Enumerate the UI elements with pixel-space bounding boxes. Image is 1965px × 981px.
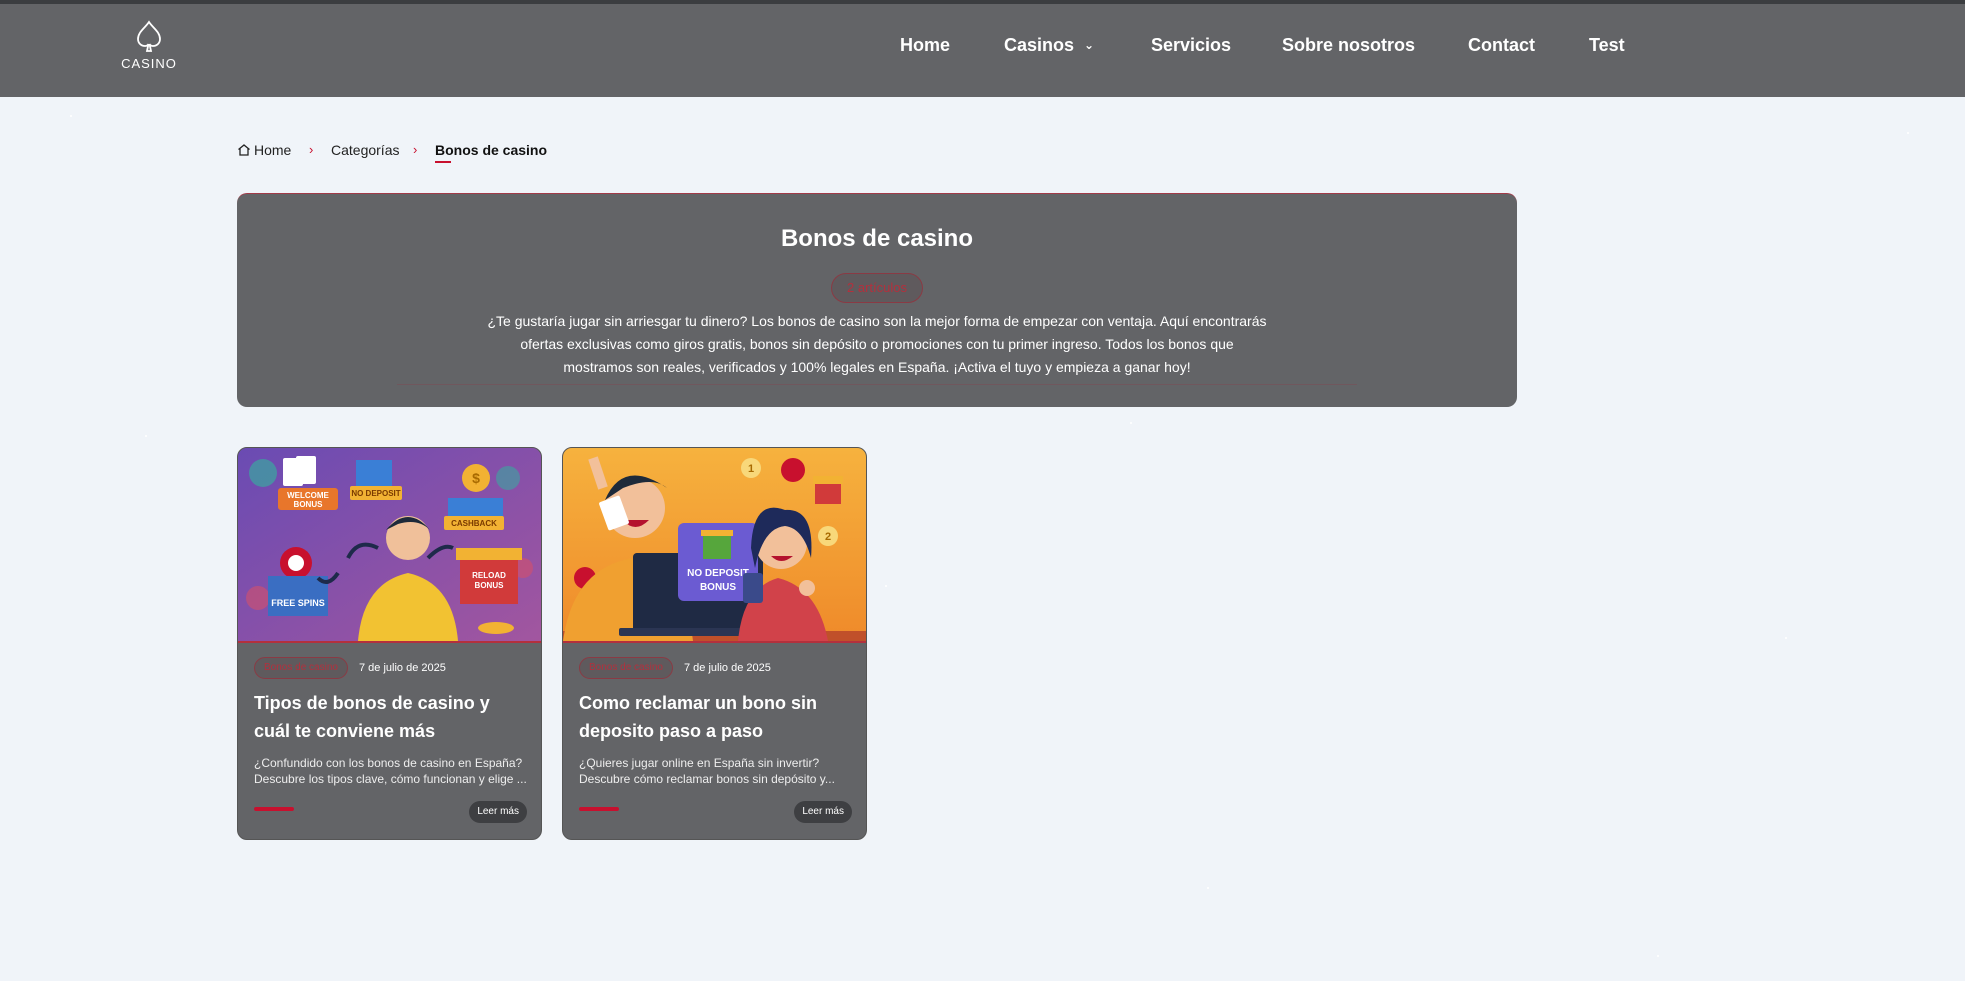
- svg-text:WELCOME: WELCOME: [287, 491, 329, 500]
- sparkle-dot: [1207, 887, 1209, 889]
- nav-test[interactable]: Test: [1589, 35, 1625, 56]
- breadcrumb-home-label: Home: [254, 142, 292, 158]
- spade-icon: [137, 20, 161, 52]
- article-excerpt: ¿Quieres jugar online en España sin inve…: [579, 756, 835, 786]
- article-image[interactable]: 1 2 NO DEPOSIT BONUS: [563, 448, 867, 641]
- svg-text:BONUS: BONUS: [700, 582, 736, 593]
- home-icon: [238, 144, 250, 156]
- nav-home[interactable]: Home: [900, 35, 950, 56]
- article-image[interactable]: WELCOME BONUS NO DEPOSIT $ CASHBACK FREE…: [238, 448, 542, 641]
- sparkle-dot: [1907, 132, 1909, 134]
- article-card-body: Bonos de casino 7 de julio de 2025 Tipos…: [238, 641, 541, 839]
- article-date: 7 de julio de 2025: [359, 662, 446, 674]
- svg-text:2: 2: [825, 531, 831, 543]
- sparkle-dot: [1657, 955, 1659, 957]
- nav-servicios[interactable]: Servicios: [1151, 35, 1231, 56]
- category-badge[interactable]: Bonos de casino: [579, 657, 673, 679]
- article-card[interactable]: WELCOME BONUS NO DEPOSIT $ CASHBACK FREE…: [237, 447, 542, 840]
- nav-casinos-label: Casinos: [1004, 35, 1075, 55]
- svg-text:RELOAD: RELOAD: [472, 571, 506, 580]
- breadcrumb-current-label: Bonos de casino: [435, 142, 548, 158]
- chevron-right-icon: ›: [309, 142, 314, 157]
- accent-bar: [254, 807, 294, 811]
- read-more-button[interactable]: Leer más: [794, 801, 852, 823]
- svg-text:NO DEPOSIT: NO DEPOSIT: [687, 568, 749, 579]
- sparkle-dot: [70, 115, 72, 117]
- read-more-button[interactable]: Leer más: [469, 801, 527, 823]
- article-date: 7 de julio de 2025: [684, 662, 771, 674]
- accent-bar: [579, 807, 619, 811]
- category-hero: Bonos de casino 2 artículos ¿Te gustaría…: [237, 193, 1517, 407]
- breadcrumb-underline: [435, 161, 451, 163]
- chevron-down-icon: ⌄: [1084, 38, 1095, 52]
- site-header: CASINO Home Casinos ⌄ Servicios Sobre nos…: [0, 4, 1965, 97]
- site-logo[interactable]: CASINO: [120, 20, 178, 76]
- sparkle-dot: [145, 435, 147, 437]
- article-title[interactable]: Como reclamar un bono sin deposito paso …: [579, 689, 854, 745]
- svg-text:1: 1: [748, 463, 754, 475]
- svg-text:CASHBACK: CASHBACK: [451, 519, 497, 528]
- sparkle-dot: [1130, 422, 1132, 424]
- chevron-right-icon: ›: [413, 142, 418, 157]
- logo-text: CASINO: [121, 56, 177, 71]
- breadcrumb-categories[interactable]: Categorías: [331, 142, 399, 158]
- category-description: ¿Te gustaría jugar sin arriesgar tu dine…: [487, 313, 1267, 375]
- article-excerpt: ¿Confundido con los bonos de casino en E…: [254, 756, 527, 786]
- svg-text:$: $: [472, 470, 480, 486]
- svg-text:NO DEPOSIT: NO DEPOSIT: [351, 489, 400, 498]
- category-badge[interactable]: Bonos de casino: [254, 657, 348, 679]
- article-count-badge: 2 artículos: [831, 273, 923, 303]
- nav-sobre-nosotros[interactable]: Sobre nosotros: [1282, 35, 1415, 56]
- svg-text:BONUS: BONUS: [294, 500, 324, 509]
- article-card[interactable]: 1 2 NO DEPOSIT BONUS Bonos de casino 7 d…: [562, 447, 867, 840]
- divider: [397, 384, 1357, 385]
- page-title: Bonos de casino: [780, 225, 974, 252]
- nav-casinos[interactable]: Casinos ⌄: [1004, 35, 1094, 56]
- article-title[interactable]: Tipos de bonos de casino y cuál te convi…: [254, 689, 529, 745]
- sparkle-dot: [1785, 637, 1787, 639]
- svg-text:BONUS: BONUS: [475, 581, 505, 590]
- sparkle-dot: [885, 585, 887, 587]
- article-card-body: Bonos de casino 7 de julio de 2025 Como …: [563, 641, 866, 839]
- nav-contact[interactable]: Contact: [1468, 35, 1535, 56]
- svg-text:FREE SPINS: FREE SPINS: [271, 598, 325, 608]
- breadcrumb-home[interactable]: Home: [237, 142, 291, 158]
- breadcrumb-current: Bonos de casino: [435, 142, 548, 163]
